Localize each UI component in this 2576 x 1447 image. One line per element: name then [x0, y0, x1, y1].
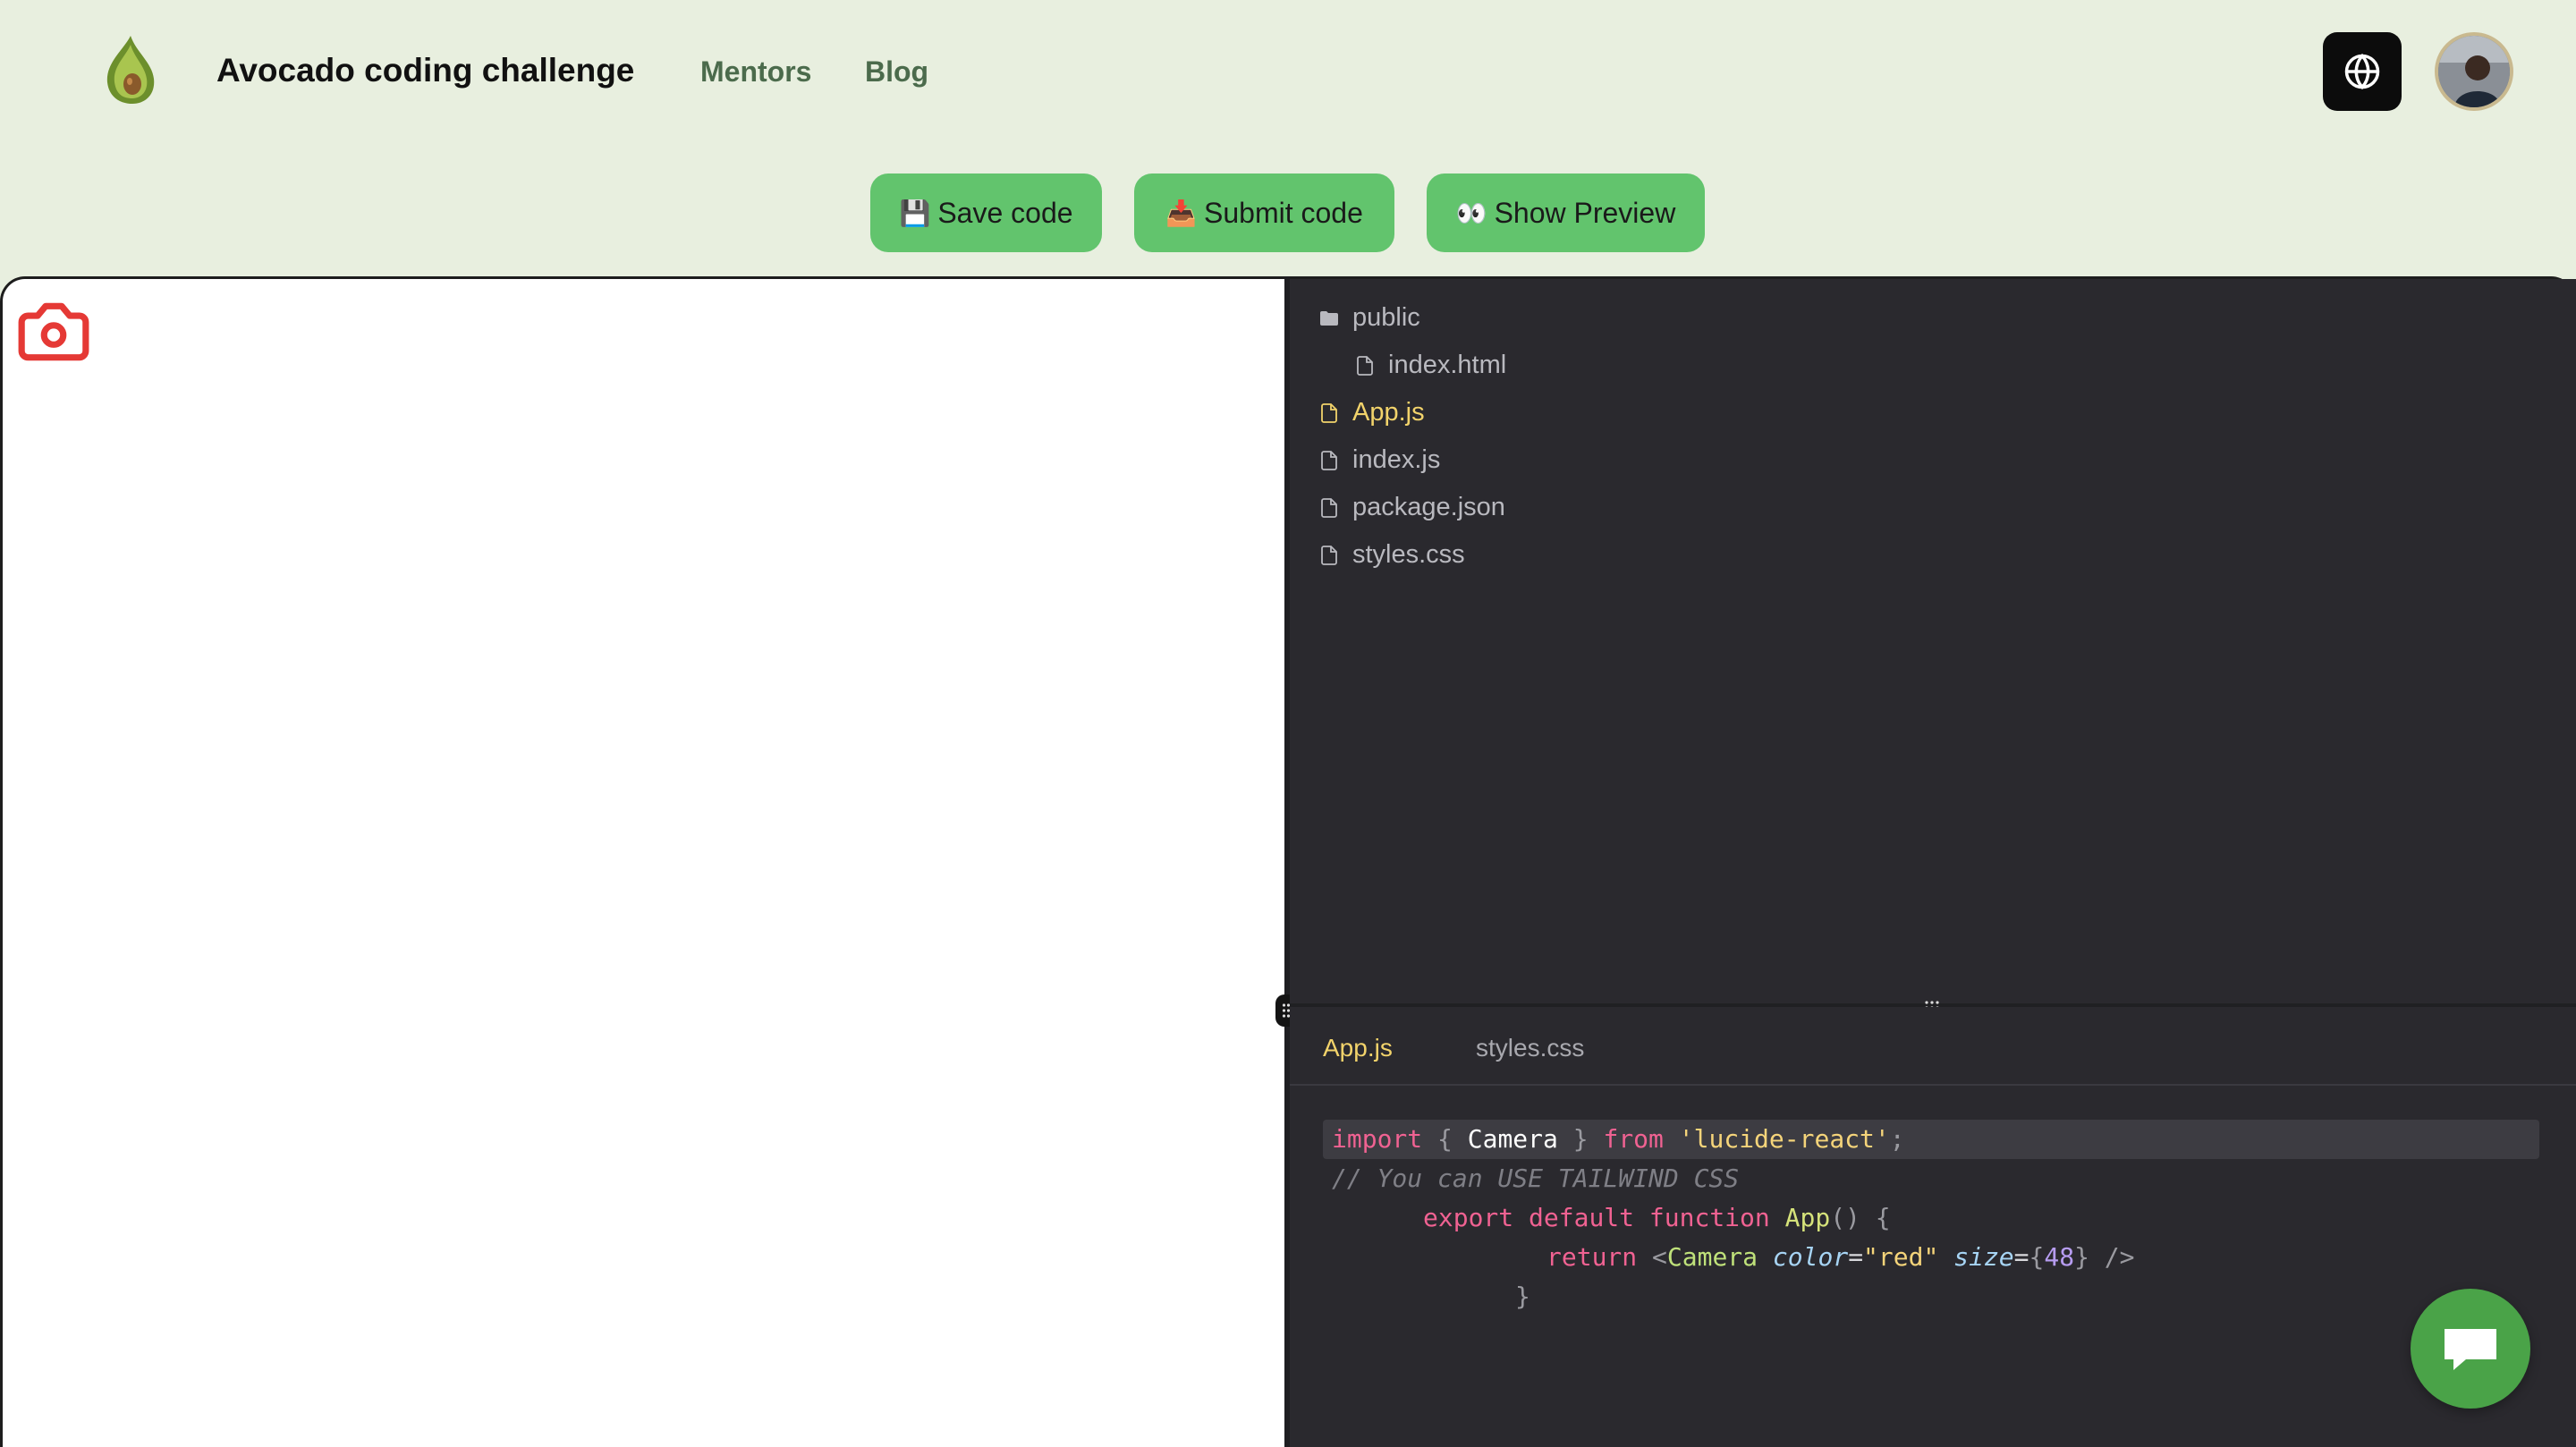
file-icon [1321, 402, 1337, 423]
avocado-logo-icon[interactable] [97, 32, 165, 107]
nav-mentors-link[interactable]: Mentors [700, 55, 811, 89]
language-button[interactable] [2323, 32, 2402, 111]
file-icon [1357, 355, 1373, 376]
show-preview-label: Show Preview [1494, 196, 1676, 229]
file-tree-label: index.html [1388, 351, 1507, 379]
floppy-disk-icon: 💾 [899, 198, 931, 228]
code-token: { [2029, 1242, 2045, 1272]
tab-app-js[interactable]: App.js [1323, 1034, 1393, 1062]
file-icon [1321, 497, 1337, 518]
chat-bubble-icon [2445, 1329, 2496, 1370]
file-tree-item-index-js[interactable]: index.js [1318, 445, 1440, 475]
file-tree-item-styles-css[interactable]: styles.css [1318, 540, 1465, 570]
brand-title[interactable]: Avocado coding challenge [216, 52, 634, 89]
file-tree-label: index.js [1352, 445, 1441, 474]
code-line-4[interactable]: return <Camera color="red" size={48} /> [1323, 1238, 2539, 1277]
file-tree-folder-public[interactable]: public [1318, 303, 1420, 333]
show-preview-button[interactable]: 👀 Show Preview [1427, 173, 1705, 252]
top-header: Avocado coding challenge Mentors Blog [0, 0, 2576, 143]
file-icon [1321, 545, 1337, 565]
user-avatar[interactable] [2435, 32, 2513, 111]
file-tree-item-package-json[interactable]: package.json [1318, 493, 1505, 522]
code-token: { [1422, 1124, 1468, 1154]
nav-blog-link[interactable]: Blog [865, 55, 928, 89]
code-token: Camera [1666, 1242, 1758, 1272]
folder-icon [1320, 310, 1338, 326]
code-token: // You can USE TAILWIND CSS [1332, 1164, 1740, 1193]
code-token: < [1652, 1242, 1667, 1272]
save-code-label: Save code [937, 196, 1073, 229]
camera-icon [18, 302, 89, 361]
code-token: } [1515, 1282, 1530, 1311]
save-code-button[interactable]: 💾 Save code [870, 173, 1102, 252]
code-token: App [1784, 1203, 1831, 1232]
inbox-tray-icon: 📥 [1165, 198, 1197, 228]
code-token: color [1772, 1242, 1849, 1272]
file-tree-item-index-html[interactable]: index.html [1354, 351, 1506, 380]
file-tree-label: styles.css [1352, 540, 1465, 569]
code-token: } [2074, 1242, 2089, 1272]
code-token: = [2013, 1242, 2029, 1272]
code-line-1[interactable]: import { Camera } from 'lucide-react'; [1323, 1120, 2539, 1159]
tab-styles-css[interactable]: styles.css [1476, 1034, 1584, 1062]
code-token: size [1953, 1242, 2014, 1272]
file-tree-item-app-js[interactable]: App.js [1318, 398, 1425, 427]
code-token: default [1529, 1203, 1635, 1232]
tab-bar-divider [1290, 1084, 2576, 1086]
submit-code-label: Submit code [1204, 196, 1363, 229]
preview-pane[interactable] [3, 279, 1287, 1447]
code-token: 48 [2044, 1242, 2075, 1272]
code-token: "red" [1863, 1242, 1939, 1272]
code-area[interactable]: import { Camera } from 'lucide-react'; /… [1323, 1120, 2539, 1316]
code-token: function [1648, 1203, 1770, 1232]
file-tree-label: package.json [1352, 493, 1505, 521]
code-token: ; [1889, 1124, 1905, 1154]
code-token: = [1848, 1242, 1864, 1272]
chat-button[interactable] [2411, 1289, 2530, 1409]
code-token: /> [2089, 1242, 2135, 1272]
code-token: import [1332, 1124, 1423, 1154]
eyes-icon: 👀 [1455, 198, 1487, 228]
code-token: from [1603, 1124, 1664, 1154]
code-line-3[interactable]: export default function App() { [1323, 1198, 2539, 1238]
code-token: () { [1830, 1203, 1891, 1232]
code-token: 'lucide-react' [1678, 1124, 1890, 1154]
code-token: return [1546, 1242, 1638, 1272]
code-token: Camera [1467, 1124, 1558, 1154]
globe-icon [2344, 53, 2380, 90]
code-line-5[interactable]: } [1323, 1277, 2539, 1316]
file-explorer [1290, 279, 2576, 1006]
submit-code-button[interactable]: 📥 Submit code [1134, 173, 1394, 252]
code-token: export [1423, 1203, 1514, 1232]
code-line-2[interactable]: // You can USE TAILWIND CSS [1323, 1159, 2539, 1198]
code-token: } [1557, 1124, 1604, 1154]
file-tree-label: public [1352, 303, 1420, 332]
file-tree-label: App.js [1352, 398, 1425, 427]
file-icon [1321, 450, 1337, 470]
